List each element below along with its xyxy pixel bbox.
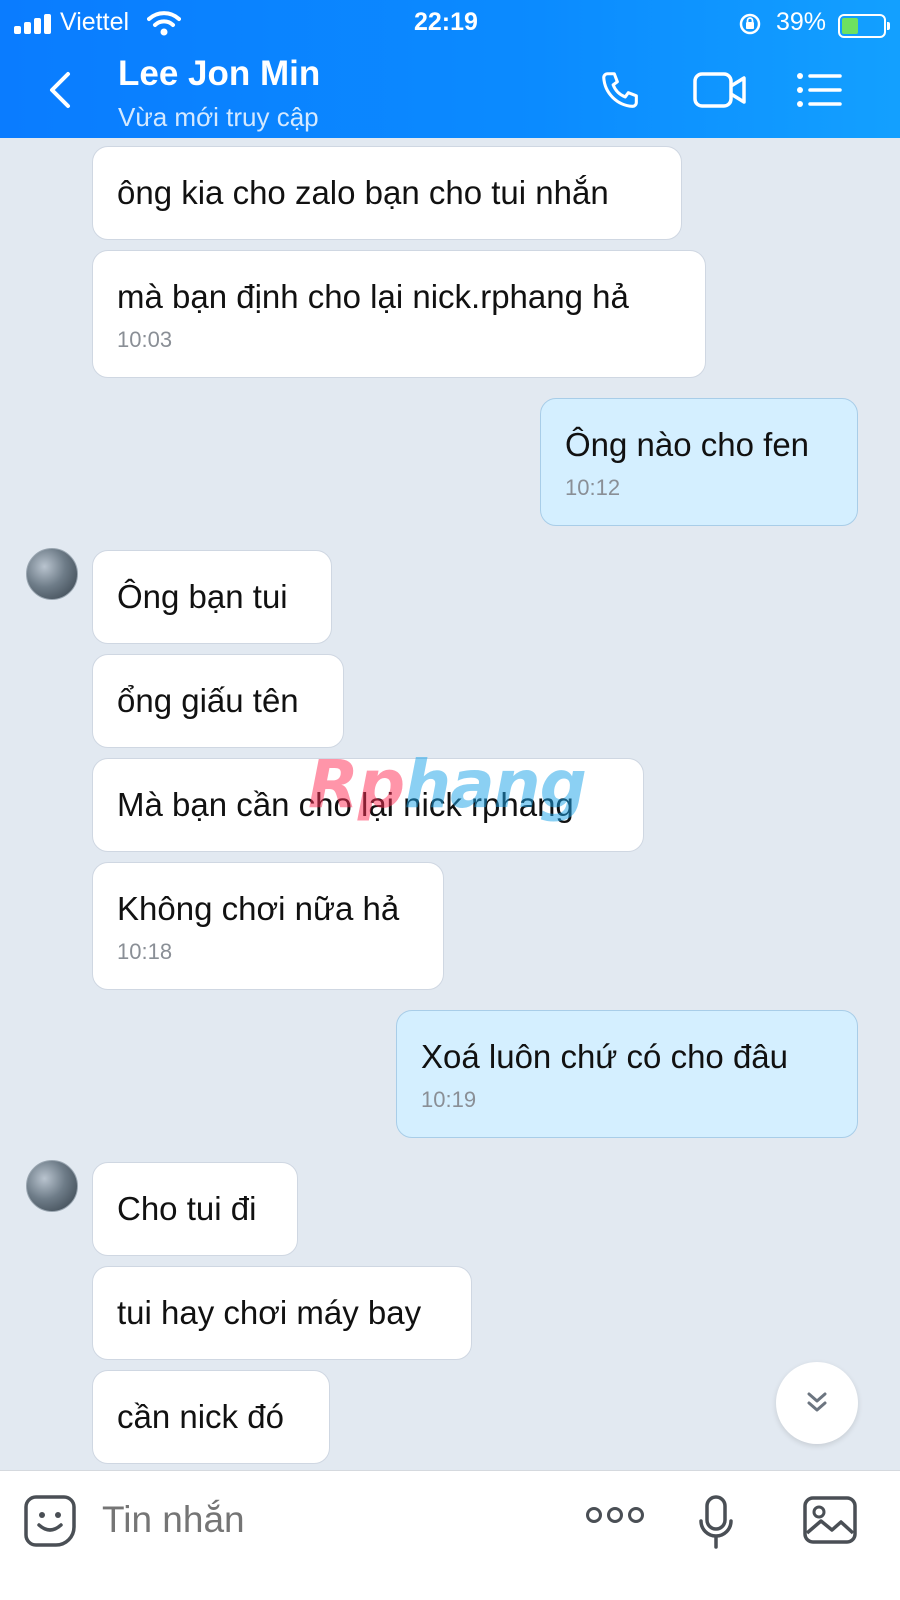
- message-text: Ông nào cho fen: [565, 426, 810, 463]
- video-call-icon[interactable]: [692, 68, 748, 112]
- message-incoming[interactable]: mà bạn định cho lại nick.rphang hả 10:03: [92, 250, 706, 378]
- clock: 22:19: [414, 8, 478, 36]
- scroll-to-bottom-button[interactable]: [776, 1362, 858, 1444]
- battery-fill: [842, 18, 858, 34]
- message-text: Ông bạn tui: [117, 578, 288, 615]
- chat-header: Viettel 22:19 39% Lee Jon Min Vừa mới tr…: [0, 0, 900, 138]
- message-text: mà bạn định cho lại nick.rphang hả: [117, 278, 629, 315]
- message-text: ổng giấu tên: [117, 682, 299, 719]
- message-time: 10:03: [117, 327, 173, 352]
- message-incoming[interactable]: Ông bạn tui: [92, 550, 332, 644]
- message-text: ông kia cho zalo bạn cho tui nhắn: [117, 174, 609, 211]
- battery-percent: 39%: [776, 8, 827, 36]
- status-bar: Viettel 22:19 39%: [0, 6, 900, 40]
- message-text: Mà bạn cần cho lại nick rphang: [117, 786, 574, 823]
- phone-icon[interactable]: [598, 68, 644, 114]
- message-incoming[interactable]: Mà bạn cần cho lại nick rphang: [92, 758, 644, 852]
- message-time: 10:19: [421, 1087, 477, 1112]
- sticker-icon[interactable]: [24, 1493, 78, 1549]
- message-text: Xoá luôn chứ có cho đâu: [421, 1038, 789, 1075]
- message-incoming[interactable]: Cho tui đi: [92, 1162, 298, 1256]
- avatar[interactable]: [26, 548, 78, 600]
- scroll-down-icon: [807, 1392, 827, 1412]
- message-incoming[interactable]: ông kia cho zalo bạn cho tui nhắn: [92, 146, 682, 240]
- signal-icon: [14, 14, 54, 34]
- microphone-icon[interactable]: [698, 1495, 734, 1551]
- message-incoming[interactable]: ổng giấu tên: [92, 654, 344, 748]
- wifi-icon: [147, 11, 181, 36]
- message-text: tui hay chơi máy bay: [117, 1294, 422, 1331]
- message-text: Cho tui đi: [117, 1190, 257, 1227]
- back-chevron-icon[interactable]: [44, 70, 76, 110]
- message-outgoing[interactable]: Xoá luôn chứ có cho đâu 10:19: [396, 1010, 858, 1138]
- message-incoming[interactable]: Không chơi nữa hả 10:18: [92, 862, 444, 990]
- message-time: 10:12: [565, 475, 621, 500]
- message-text: cần nick đó: [117, 1398, 284, 1435]
- image-icon[interactable]: [802, 1495, 858, 1545]
- avatar[interactable]: [26, 1160, 78, 1212]
- message-input[interactable]: [102, 1499, 522, 1541]
- message-outgoing[interactable]: Ông nào cho fen 10:12: [540, 398, 858, 526]
- rotation-lock-icon: [739, 13, 761, 35]
- menu-list-icon[interactable]: [796, 68, 842, 112]
- message-time: 10:18: [117, 939, 173, 964]
- carrier-label: Viettel: [60, 8, 130, 36]
- message-incoming[interactable]: tui hay chơi máy bay: [92, 1266, 472, 1360]
- contact-name[interactable]: Lee Jon Min: [118, 54, 320, 94]
- more-icon[interactable]: [586, 1507, 644, 1523]
- message-incoming[interactable]: cần nick đó: [92, 1370, 330, 1464]
- battery-icon: [838, 14, 890, 38]
- message-input-bar: [0, 1470, 900, 1600]
- message-text: Không chơi nữa hả: [117, 890, 400, 927]
- last-active-status: Vừa mới truy cập: [118, 102, 319, 132]
